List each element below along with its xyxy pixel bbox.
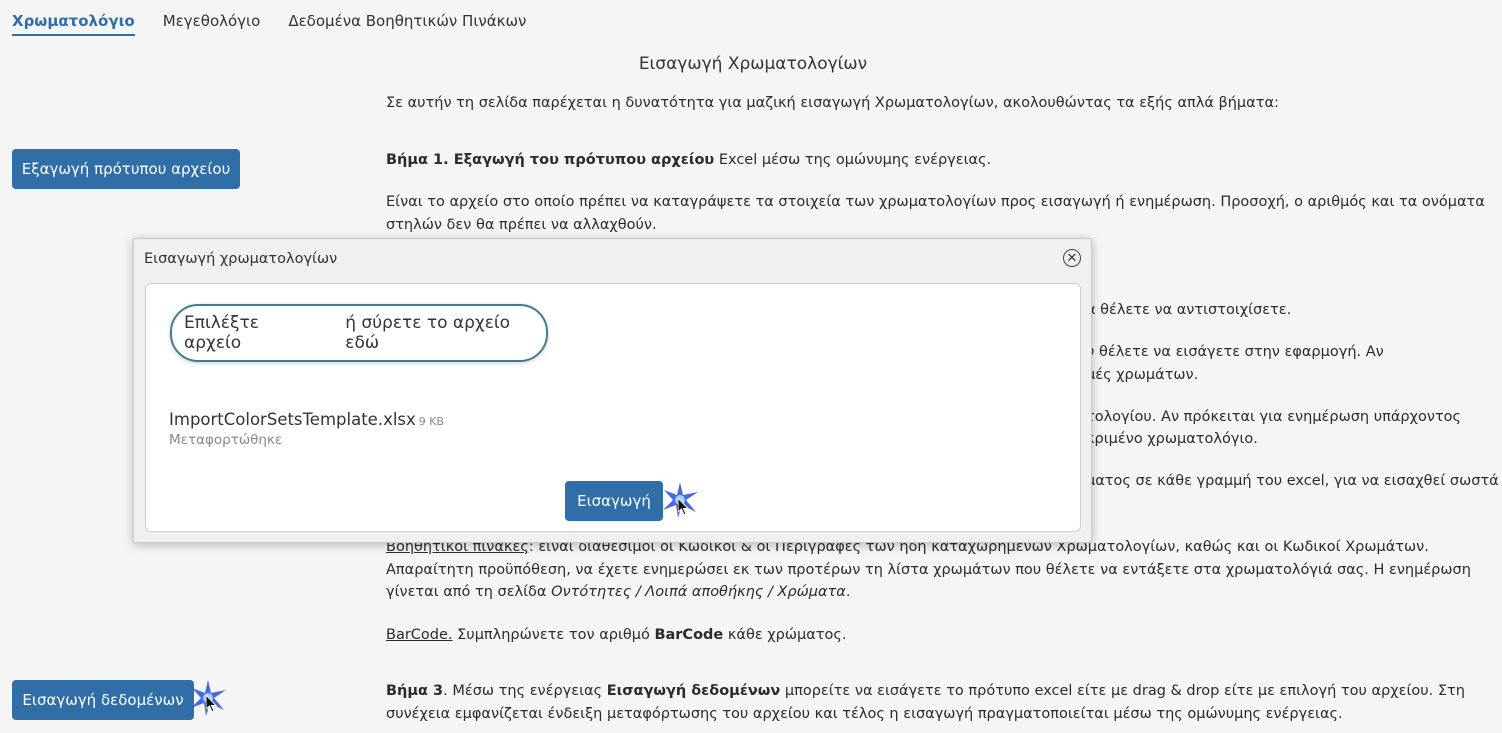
aux-path: Οντότητες / Λοιπά αποθήκης / Χρώματα bbox=[551, 584, 846, 600]
file-dropzone[interactable]: Επιλέξτε αρχείο ή σύρετε το αρχείο εδώ bbox=[170, 304, 548, 362]
partial-line-3a: τολογίου. Αν πρόκειται για ενημέρωση υπά… bbox=[1086, 409, 1462, 425]
barcode-desc: Συμπληρώνετε τον αριθμό bbox=[452, 627, 655, 643]
barcode-end: κάθε χρώματος. bbox=[723, 627, 847, 643]
partial-line-3b: κριμένο χρωματολόγιο. bbox=[1086, 431, 1258, 447]
aux-text: : είναι διαθέσιμοι οι Κωδικοί & οι Περιγ… bbox=[386, 539, 1471, 600]
step3-bold: Εισαγωγή δεδομένων bbox=[606, 683, 781, 699]
step1-desc: Είναι το αρχείο στο οποίο πρέπει να κατα… bbox=[386, 194, 1485, 233]
intro-text: Σε αυτήν τη σελίδα παρέχεται η δυνατότητ… bbox=[386, 95, 1279, 111]
import-color-sets-dialog: Εισαγωγή χρωματολογίων ✕ Επιλέξτε αρχείο… bbox=[133, 238, 1092, 543]
dialog-body: Επιλέξτε αρχείο ή σύρετε το αρχείο εδώ I… bbox=[145, 283, 1081, 532]
step1-bold: . Εξαγωγή του πρότυπου αρχείου bbox=[443, 152, 715, 168]
select-file-button[interactable]: Επιλέξτε αρχείο bbox=[184, 313, 319, 353]
partial-line-4: ματος σε κάθε γραμμή του excel, για να ε… bbox=[1086, 473, 1499, 489]
aux-tables-text: Βοηθητικοί πίνακες: είναι διαθέσιμοι οι … bbox=[386, 536, 1496, 604]
step1-prefix: Βήμα 1 bbox=[386, 152, 444, 168]
partial-line-1: α θέλετε να αντιστοιχίσετε. bbox=[1086, 302, 1292, 318]
step1-heading: Βήμα 1. Εξαγωγή του πρότυπου αρχείου Exc… bbox=[386, 149, 1496, 172]
file-status: Μεταφορτώθηκε bbox=[169, 432, 283, 448]
file-size: 9 KB bbox=[418, 415, 445, 428]
uploaded-file: ImportColorSetsTemplate.xlsx 9 KB bbox=[169, 410, 444, 429]
step3-text: Βήμα 3. Μέσω της ενέργειας Εισαγωγή δεδο… bbox=[386, 680, 1496, 725]
import-data-button[interactable]: Εισαγωγή δεδομένων bbox=[12, 680, 194, 720]
step3-prefix: Βήμα 3 bbox=[386, 683, 444, 699]
export-template-button[interactable]: Εξαγωγή πρότυπου αρχείου bbox=[12, 149, 240, 189]
partial-line-2a: υ θέλετε να εισάγετε στην εφαρμογή. Αν bbox=[1086, 344, 1384, 360]
import-button[interactable]: Εισαγωγή bbox=[565, 481, 663, 521]
click-burst-icon bbox=[191, 680, 226, 716]
barcode-text: BarCode. Συμπληρώνετε τον αριθμό BarCode… bbox=[386, 624, 1496, 647]
aux-end: . bbox=[845, 584, 851, 600]
mouse-cursor-icon bbox=[206, 695, 218, 713]
file-name: ImportColorSetsTemplate.xlsx bbox=[169, 410, 416, 429]
close-icon[interactable]: ✕ bbox=[1063, 249, 1081, 267]
barcode-link[interactable]: BarCode. bbox=[386, 627, 453, 643]
step3-t1: . Μέσω της ενέργειας bbox=[443, 683, 607, 699]
dialog-title: Εισαγωγή χρωματολογίων bbox=[144, 251, 338, 267]
page-root: Χρωματολόγιο Μεγεθολόγιο Δεδομένα Βοηθητ… bbox=[0, 0, 1502, 733]
partial-line-2b: μές χρωμάτων. bbox=[1086, 367, 1199, 383]
drop-hint: ή σύρετε το αρχείο εδώ bbox=[345, 313, 511, 353]
tab-color-sets[interactable]: Χρωματολόγιο bbox=[12, 0, 135, 36]
tab-size-sets[interactable]: Μεγεθολόγιο bbox=[163, 0, 261, 36]
barcode-bold: BarCode bbox=[654, 627, 724, 643]
step1-rest: Excel μέσω της ομώνυμης ενέργειας. bbox=[714, 152, 992, 168]
